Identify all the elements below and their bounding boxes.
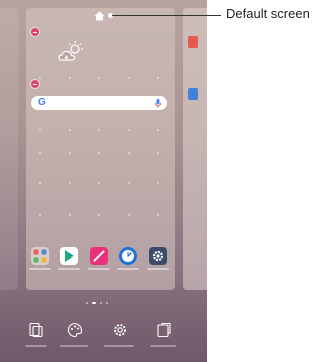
home-screen-editor: G xyxy=(0,0,207,362)
widgets-icon[interactable] xyxy=(28,322,44,338)
grid-cell-dot xyxy=(128,77,130,79)
grid-cell-dot xyxy=(98,77,100,79)
callout-leader-line xyxy=(112,15,221,16)
home-icon[interactable] xyxy=(94,11,105,21)
grid-cell-dot xyxy=(157,77,159,79)
grid-cell-dot xyxy=(39,214,41,216)
page-dot-current[interactable] xyxy=(92,302,96,304)
grid-cell-dot xyxy=(98,214,100,216)
app-label xyxy=(88,268,110,270)
clock-icon[interactable] xyxy=(119,247,137,265)
grid-cell-dot xyxy=(157,214,159,216)
grid-cell-dot xyxy=(98,152,100,154)
settings-icon[interactable] xyxy=(112,322,128,338)
remove-widget-badge[interactable] xyxy=(31,80,39,88)
grid-cell-dot xyxy=(39,129,41,131)
weather-icon[interactable] xyxy=(58,40,84,64)
pen-icon[interactable] xyxy=(90,247,108,265)
grid-cell-dot xyxy=(128,214,130,216)
peek-app-icon xyxy=(188,88,198,100)
grid-cell-dot xyxy=(157,152,159,154)
grid-cell-dot xyxy=(69,214,71,216)
tool-label xyxy=(150,345,176,347)
grid-cell-dot xyxy=(157,182,159,184)
page-dot[interactable] xyxy=(86,302,88,304)
remove-widget-badge[interactable] xyxy=(31,28,39,36)
grid-cell-dot xyxy=(128,152,130,154)
peek-app-icon xyxy=(188,36,198,48)
play-store-icon[interactable] xyxy=(60,247,78,265)
grid-cell-dot xyxy=(157,129,159,131)
tool-label xyxy=(104,345,134,347)
tool-label xyxy=(60,345,88,347)
google-search-widget[interactable]: G xyxy=(31,96,167,110)
gear-icon[interactable] xyxy=(149,247,167,265)
grid-cell-dot xyxy=(39,152,41,154)
grid-cell-dot xyxy=(98,182,100,184)
mic-icon[interactable] xyxy=(155,99,161,108)
wallpaper-icon[interactable] xyxy=(156,322,172,338)
callout-label: Default screen xyxy=(226,6,310,21)
app-label xyxy=(147,268,169,270)
apps-folder-icon[interactable] xyxy=(31,247,49,265)
grid-cell-dot xyxy=(69,182,71,184)
next-screen-panel[interactable] xyxy=(183,8,207,290)
page-dot[interactable] xyxy=(100,302,102,304)
previous-screen-panel[interactable] xyxy=(0,8,18,290)
grid-cell-dot xyxy=(39,182,41,184)
grid-cell-dot xyxy=(69,77,71,79)
grid-cell-dot xyxy=(69,129,71,131)
grid-cell-dot xyxy=(69,152,71,154)
theme-icon[interactable] xyxy=(67,322,83,338)
page-dot[interactable] xyxy=(106,302,108,304)
grid-cell-dot xyxy=(128,129,130,131)
app-label xyxy=(117,268,139,270)
google-logo: G xyxy=(38,97,46,108)
app-label xyxy=(58,268,80,270)
grid-cell-dot xyxy=(128,182,130,184)
grid-cell-dot xyxy=(98,129,100,131)
grid-cell-dot xyxy=(39,77,41,79)
tool-label xyxy=(25,345,47,347)
app-label xyxy=(29,268,51,270)
